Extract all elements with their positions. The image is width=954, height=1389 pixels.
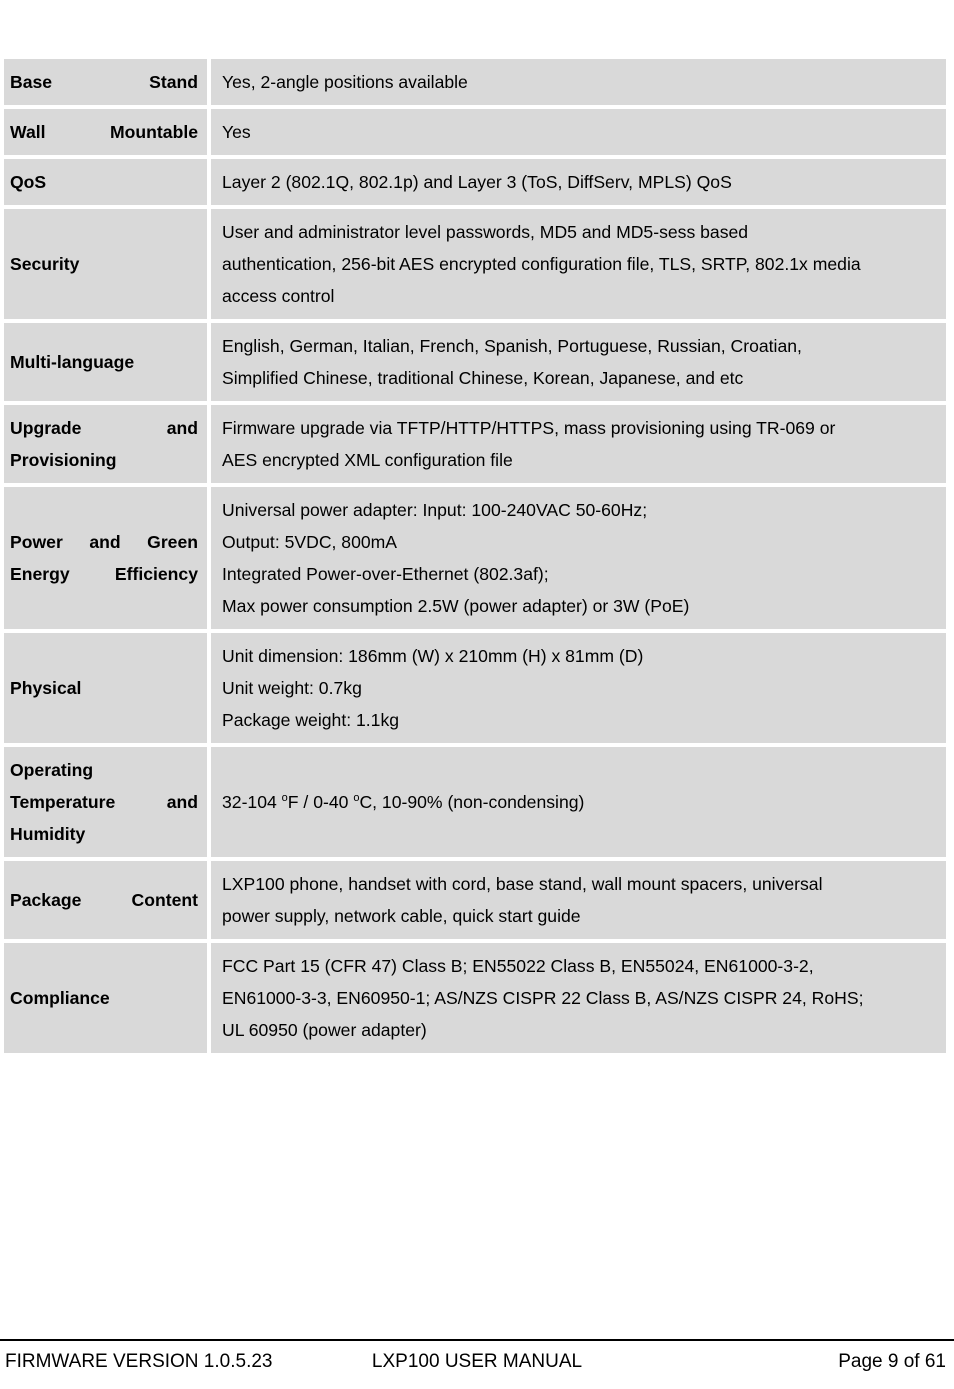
table-row: Operating Temperature and Humidity 32-10… [4,747,946,857]
row-label: QoS [10,172,47,192]
table-row: Wall Mountable Yes [4,109,946,155]
row-label: Base Stand [10,72,198,92]
value-line: Integrated Power-over-Ethernet (802.3af)… [222,564,549,584]
value-line: English, German, Italian, French, Spanis… [222,336,802,356]
row-label-cell: Wall Mountable [4,109,207,155]
row-label: Upgrade and Provisioning [10,418,198,470]
row-label-cell: Package Content [4,861,207,939]
row-label: Physical [10,678,82,698]
row-label: Power and Green Energy Efficiency [10,532,198,584]
row-value-cell: Firmware upgrade via TFTP/HTTP/HTTPS, ma… [211,405,946,483]
value-line: Package weight: 1.1kg [222,710,400,730]
row-label: Multi-language [10,352,135,372]
row-value-cell: Universal power adapter: Input: 100-240V… [211,487,946,629]
value-line: Layer 2 (802.1Q, 802.1p) and Layer 3 (To… [222,172,732,192]
value-line: Unit weight: 0.7kg [222,678,362,698]
row-value-cell: English, German, Italian, French, Spanis… [211,323,946,401]
specifications-table: Base Stand Yes, 2-angle positions availa… [0,55,950,1057]
table-row: QoS Layer 2 (802.1Q, 802.1p) and Layer 3… [4,159,946,205]
value-line: Firmware upgrade via TFTP/HTTP/HTTPS, ma… [222,418,836,438]
value-line: authentication, 256-bit AES encrypted co… [222,254,861,274]
row-value-cell: 32-104 oF / 0-40 oC, 10-90% (non-condens… [211,747,946,857]
row-label-cell: Physical [4,633,207,743]
value-line: LXP100 phone, handset with cord, base st… [222,874,823,894]
row-label-cell: Compliance [4,943,207,1053]
row-value-cell: User and administrator level passwords, … [211,209,946,319]
footer-divider [0,1339,954,1341]
row-label: Security [10,254,80,274]
table-body: Base Stand Yes, 2-angle positions availa… [4,59,946,1053]
temperature-prefix: 32-104 [222,792,282,812]
document-page: Base Stand Yes, 2-angle positions availa… [0,0,954,1389]
row-label: Wall Mountable [10,122,198,142]
row-label-cell: Security [4,209,207,319]
table-row: Physical Unit dimension: 186mm (W) x 210… [4,633,946,743]
value-line: Max power consumption 2.5W (power adapte… [222,596,690,616]
table-row: Power and Green Energy Efficiency Univer… [4,487,946,629]
row-label: Package Content [10,890,198,910]
value-line: Yes, 2-angle positions available [222,72,468,92]
value-line: Unit dimension: 186mm (W) x 210mm (H) x … [222,646,644,666]
row-label-cell: Multi-language [4,323,207,401]
table-row: Multi-language English, German, Italian,… [4,323,946,401]
row-label-cell: Power and Green Energy Efficiency [4,487,207,629]
value-line-temperature: 32-104 oF / 0-40 oC, 10-90% (non-condens… [222,786,940,818]
table-row: Security User and administrator level pa… [4,209,946,319]
page-footer: FIRMWARE VERSION 1.0.5.23 LXP100 USER MA… [0,1339,954,1377]
value-line: AES encrypted XML configuration file [222,450,513,470]
value-line: Universal power adapter: Input: 100-240V… [222,500,648,520]
footer-page-number: Page 9 of 61 [838,1351,946,1372]
row-label-cell: Upgrade and Provisioning [4,405,207,483]
table-row: Package Content LXP100 phone, handset wi… [4,861,946,939]
table-row: Upgrade and Provisioning Firmware upgrad… [4,405,946,483]
row-value-cell: Layer 2 (802.1Q, 802.1p) and Layer 3 (To… [211,159,946,205]
row-label-cell: Operating Temperature and Humidity [4,747,207,857]
row-value-cell: FCC Part 15 (CFR 47) Class B; EN55022 Cl… [211,943,946,1053]
row-label: Compliance [10,988,110,1008]
value-line: EN61000-3-3, EN60950-1; AS/NZS CISPR 22 … [222,988,864,1008]
row-label-cell: QoS [4,159,207,205]
row-label-cell: Base Stand [4,59,207,105]
row-value-cell: Yes [211,109,946,155]
row-value-cell: Unit dimension: 186mm (W) x 210mm (H) x … [211,633,946,743]
value-line: access control [222,286,335,306]
temperature-celsius: C, 10-90% (non-condensing) [359,792,585,812]
temperature-fahrenheit: F / 0-40 [287,792,354,812]
row-label: Operating Temperature and Humidity [10,760,198,844]
value-line: Output: 5VDC, 800mA [222,532,398,552]
value-line: FCC Part 15 (CFR 47) Class B; EN55022 Cl… [222,956,814,976]
table-row: Compliance FCC Part 15 (CFR 47) Class B;… [4,943,946,1053]
row-value-cell: Yes, 2-angle positions available [211,59,946,105]
row-value-cell: LXP100 phone, handset with cord, base st… [211,861,946,939]
value-line: Yes [222,122,251,142]
footer-row: FIRMWARE VERSION 1.0.5.23 LXP100 USER MA… [0,1347,954,1377]
value-line: User and administrator level passwords, … [222,222,749,242]
footer-manual-title: LXP100 USER MANUAL [371,1351,583,1372]
value-line: Simplified Chinese, traditional Chinese,… [222,368,744,388]
value-line: power supply, network cable, quick start… [222,906,581,926]
value-line: UL 60950 (power adapter) [222,1020,427,1040]
table-row: Base Stand Yes, 2-angle positions availa… [4,59,946,105]
